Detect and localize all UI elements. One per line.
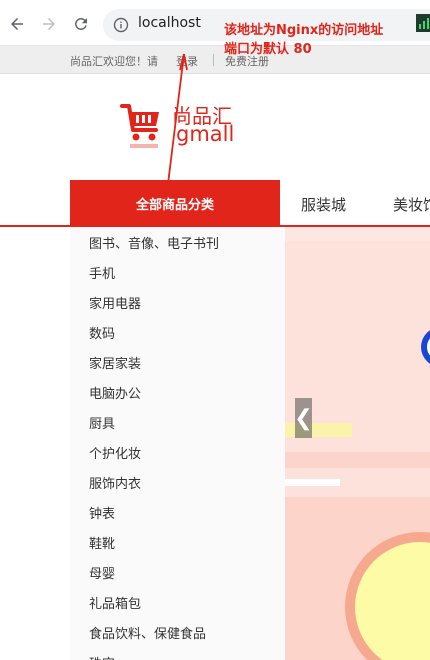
category-item-shoes[interactable]: 鞋靴 (89, 533, 115, 552)
arrow-left-icon (11, 18, 23, 30)
logo-text-en[interactable]: gmall (176, 122, 234, 146)
reload-button[interactable] (70, 13, 92, 35)
arrow-right-icon (43, 18, 55, 30)
category-item-bags[interactable]: 礼品箱包 (89, 593, 141, 612)
nav-link-beauty[interactable]: 美妆馆 (393, 194, 430, 215)
category-item-office[interactable]: 电脑办公 (89, 383, 141, 402)
nav-link-clothing[interactable]: 服装城 (301, 194, 346, 215)
category-item-baby[interactable]: 母婴 (89, 563, 115, 582)
category-item-food[interactable]: 食品饮料、保健食品 (89, 623, 206, 642)
login-link[interactable]: 登录 (176, 53, 198, 69)
banner-decoration (285, 452, 430, 468)
all-categories-tab[interactable]: 全部商品分类 (70, 180, 280, 226)
category-item-digital[interactable]: 数码 (89, 323, 115, 342)
annotation-line-2: 端口为默认 80 (224, 42, 312, 57)
info-icon[interactable] (113, 17, 129, 33)
welcome-text: 尚品汇欢迎您！请 (70, 55, 158, 68)
annotation-line-1: 该地址为Nginx的访问地址 (224, 23, 384, 38)
category-item-phones[interactable]: 手机 (89, 263, 115, 282)
divider (213, 54, 214, 66)
banner-carousel[interactable] (285, 227, 430, 660)
category-item-books[interactable]: 图书、音像、电子书刊 (89, 233, 219, 252)
site-top-bar: 尚品汇欢迎您！请 登录 免费注册 (0, 46, 430, 74)
back-button[interactable] (6, 13, 28, 35)
reload-icon (75, 17, 87, 30)
banner-prev-button[interactable]: ❮ (294, 398, 313, 438)
category-item-appliances[interactable]: 家用电器 (89, 293, 141, 312)
category-item-watches[interactable]: 钟表 (89, 503, 115, 522)
category-item-home[interactable]: 家居家装 (89, 353, 141, 372)
category-menu: 图书、音像、电子书刊 手机 家用电器 数码 家居家装 电脑办公 厨具 个护化妆 … (70, 227, 285, 660)
extension-icon[interactable] (416, 14, 430, 32)
category-item-cosmetics[interactable]: 个护化妆 (89, 443, 141, 462)
category-item-apparel[interactable]: 服饰内衣 (89, 473, 141, 492)
cart-logo-icon[interactable] (120, 100, 162, 150)
banner-decoration (285, 227, 430, 241)
category-item-kitchen[interactable]: 厨具 (89, 413, 115, 432)
forward-button[interactable] (38, 13, 60, 35)
banner-decoration (285, 479, 340, 486)
url-text[interactable]: localhost (138, 15, 201, 31)
category-item-jewelry[interactable]: 珠宝 (89, 653, 115, 660)
